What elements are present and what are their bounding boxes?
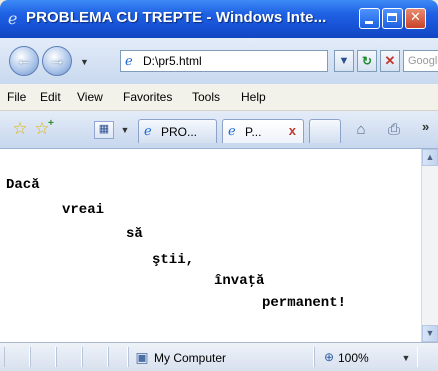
chevron-down-icon: ▼	[425, 328, 435, 338]
address-dropdown-button[interactable]: ▼	[334, 50, 354, 72]
maximize-button[interactable]	[382, 8, 403, 29]
content-line: vreai	[62, 202, 105, 218]
page-content: Dacă vreai să ştii, învaţă permanent!	[0, 149, 421, 342]
status-bar: ▣ My Computer ⊕ 100% ▼	[0, 342, 438, 371]
grid-icon: ▦	[98, 123, 110, 135]
stop-button[interactable]: ✕	[380, 50, 400, 72]
content-line: învaţă	[214, 273, 265, 289]
page-icon: ℯ	[228, 123, 236, 138]
stop-icon: ✕	[384, 53, 396, 68]
plus-icon: +	[48, 118, 54, 129]
status-cell	[82, 347, 108, 367]
navigation-bar: ← → ▼ ℯ D:\pr5.html ▼ ↻ ✕ Google	[0, 38, 438, 84]
computer-icon: ▣	[135, 349, 149, 365]
refresh-button[interactable]: ↻	[357, 50, 377, 72]
chevron-down-icon: ▼	[338, 55, 350, 67]
forward-arrow-icon: →	[49, 52, 65, 69]
menu-view[interactable]: View	[77, 90, 103, 104]
back-arrow-icon: ←	[16, 52, 32, 69]
status-cell	[4, 347, 30, 367]
status-cell	[56, 347, 82, 367]
minimize-button[interactable]	[359, 8, 380, 29]
menu-favorites[interactable]: Favorites	[123, 90, 172, 104]
tab-bar: ☆ ☆ + ▦ ▼ ℯ PRO... ℯ P... x ⌂ ⎙ »	[0, 111, 438, 149]
browser-window: ℯ PROBLEMA CU TREPTE - Windows Inte... ✕…	[0, 0, 438, 371]
tab-1[interactable]: ℯ PRO...	[138, 119, 217, 143]
ie-logo-icon: ℯ	[8, 9, 18, 28]
home-icon[interactable]: ⌂	[351, 120, 371, 140]
content-line: să	[126, 226, 143, 242]
security-zone: My Computer	[154, 351, 227, 365]
menu-file[interactable]: File	[7, 90, 26, 104]
tab-label: P...	[245, 125, 262, 139]
minimize-icon	[365, 21, 373, 24]
chevron-up-icon: ▲	[425, 152, 435, 162]
close-window-button[interactable]: ✕	[405, 8, 426, 29]
search-box[interactable]: Google	[403, 50, 438, 72]
forward-button[interactable]: →	[42, 46, 72, 76]
zoom-dropdown-icon[interactable]: ▼	[400, 351, 412, 365]
window-title: PROBLEMA CU TREPTE - Windows Inte...	[26, 9, 327, 26]
menu-help[interactable]: Help	[241, 90, 266, 104]
scroll-down-button[interactable]: ▼	[422, 325, 438, 342]
menu-bar: File Edit View Favorites Tools Help	[0, 84, 438, 111]
refresh-icon: ↻	[361, 54, 373, 68]
content-line: permanent!	[262, 295, 347, 311]
page-icon: ℯ	[125, 53, 133, 68]
scroll-up-button[interactable]: ▲	[422, 149, 438, 166]
content-line: ştii,	[152, 252, 195, 268]
zoom-level[interactable]: 100%	[338, 351, 369, 365]
new-tab-button[interactable]	[309, 119, 341, 143]
address-input[interactable]: D:\pr5.html	[143, 54, 202, 68]
maximize-icon	[387, 13, 397, 22]
content-line: Dacă	[6, 177, 40, 193]
tab-label: PRO...	[161, 125, 198, 139]
zoom-icon[interactable]: ⊕	[322, 350, 336, 364]
tab-list-dropdown-icon[interactable]: ▼	[119, 123, 131, 137]
history-dropdown-icon[interactable]: ▼	[80, 57, 90, 67]
menu-tools[interactable]: Tools	[192, 90, 220, 104]
quick-tabs-button[interactable]: ▦	[94, 121, 114, 139]
vertical-scrollbar[interactable]: ▲ ▼	[421, 149, 438, 342]
address-bar[interactable]: ℯ D:\pr5.html	[120, 50, 328, 72]
print-icon[interactable]: ⎙	[384, 120, 404, 140]
search-input[interactable]: Google	[408, 55, 438, 67]
status-cell	[30, 347, 56, 367]
status-cell	[108, 347, 128, 367]
tab-close-button[interactable]: x	[289, 124, 296, 138]
page-icon: ℯ	[144, 123, 152, 138]
back-button[interactable]: ←	[9, 46, 39, 76]
more-commands-icon[interactable]: »	[422, 119, 429, 134]
menu-edit[interactable]: Edit	[40, 90, 61, 104]
favorites-star-icon[interactable]: ☆	[11, 120, 29, 138]
title-bar: ℯ PROBLEMA CU TREPTE - Windows Inte... ✕	[0, 0, 438, 38]
close-icon: ✕	[410, 10, 421, 25]
tab-2-active[interactable]: ℯ P... x	[222, 119, 304, 143]
